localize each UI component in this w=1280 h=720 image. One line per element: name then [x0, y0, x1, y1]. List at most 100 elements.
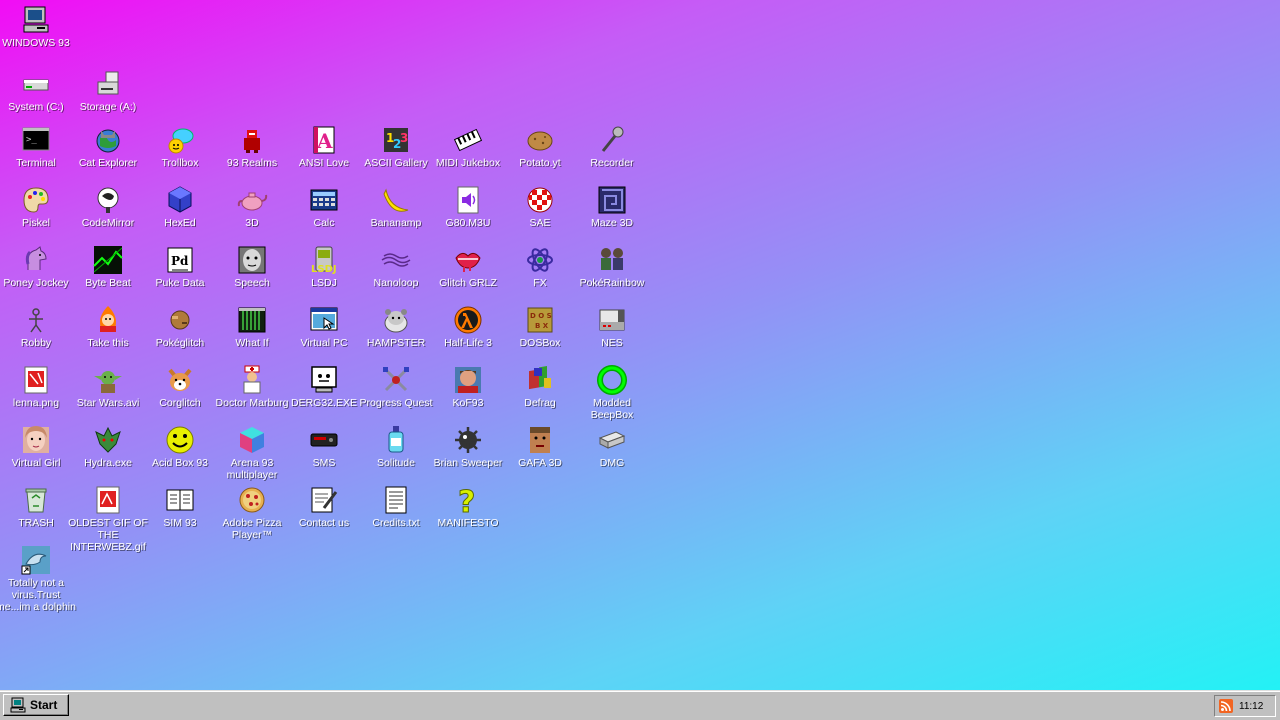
desktop-icon-nanoloop[interactable]: Nanoloop: [360, 244, 432, 304]
desktop-icon-storage-a[interactable]: Storage (A:): [72, 68, 144, 128]
desktop-icon-ansi-love[interactable]: A ANSI Love: [288, 124, 360, 184]
desktop-icon-label: DMG: [599, 457, 625, 469]
desktop-icon-virtual-girl[interactable]: Virtual Girl: [0, 424, 72, 484]
desktop-icon-kof93[interactable]: KoF93: [432, 364, 504, 424]
yoda-icon: [92, 364, 124, 396]
rss-feed-icon[interactable]: [1219, 699, 1233, 713]
desktop-icon-sms[interactable]: SMS: [288, 424, 360, 484]
speaker-icon: [452, 184, 484, 216]
desktop-icon-label: Doctor Marburg: [215, 397, 289, 409]
desktop-icon-3d[interactable]: 3D: [216, 184, 288, 244]
bottle-icon: [380, 424, 412, 456]
start-button[interactable]: Start: [3, 694, 69, 716]
desktop-icon-maze-3d[interactable]: Maze 3D: [576, 184, 648, 244]
desktop-icon-piskel[interactable]: Piskel: [0, 184, 72, 244]
desktop-icon-potato-yt[interactable]: Potato.yt: [504, 124, 576, 184]
desktop-icon-gafa-3d[interactable]: GAFA 3D: [504, 424, 576, 484]
desktop-icon-dolphin[interactable]: Totally not a virus.Trust me...im a dolp…: [0, 544, 76, 613]
desktop-icon-lsdj[interactable]: LSDJ LSDJ: [288, 244, 360, 304]
desktop-icon-virtual-pc[interactable]: Virtual PC: [288, 304, 360, 364]
desktop-icon-hampster[interactable]: HAMPSTER: [360, 304, 432, 364]
desktop-icon-windows-93[interactable]: WINDOWS 93: [0, 4, 72, 64]
desktop-icon-lenna-png[interactable]: lenna.png: [0, 364, 72, 424]
desktop-icon-label: SAE: [529, 217, 551, 229]
desktop-icon-dmg[interactable]: DMG: [576, 424, 648, 484]
desktop-icon-sae[interactable]: SAE: [504, 184, 576, 244]
desktop-icon-recorder[interactable]: Recorder: [576, 124, 648, 184]
desktop-icon-doctor-marburg[interactable]: Doctor Marburg: [216, 364, 288, 424]
desktop-icon-label: Modded BeepBox: [590, 397, 634, 421]
desktop-icon-modded-beepbox[interactable]: Modded BeepBox: [576, 364, 648, 424]
window-cursor-icon: [308, 304, 340, 336]
desktop-icon-trash[interactable]: TRASH: [0, 484, 72, 544]
desktop-icon-dosbox[interactable]: D O S B X DOSBox: [504, 304, 576, 364]
desktop-icon-contact-us[interactable]: Contact us: [288, 484, 360, 544]
desktop-icon-label: Speech: [234, 277, 270, 289]
desktop-icon-adobe-pizza[interactable]: Adobe Pizza Player™: [216, 484, 288, 544]
desktop-icon-93-realms[interactable]: 93 Realms: [216, 124, 288, 184]
desktop-icon-puke-data[interactable]: Pd Puke Data: [144, 244, 216, 304]
desktop-icon-label: Defrag: [524, 397, 556, 409]
desktop-icon-system-c[interactable]: System (C:): [0, 68, 72, 128]
desktop-icon-terminal[interactable]: >_ Terminal: [0, 124, 72, 184]
desktop-icon-label: HexEd: [164, 217, 196, 229]
book-icon: [164, 484, 196, 516]
desktop-icon-acid-box-93[interactable]: Acid Box 93: [144, 424, 216, 484]
teapot-icon: [236, 184, 268, 216]
gameboy-icon: LSDJ: [308, 244, 340, 276]
desktop-icon-hydra-exe[interactable]: Hydra.exe: [72, 424, 144, 484]
desktop-icon-byte-beat[interactable]: Byte Beat: [72, 244, 144, 304]
girl-face-icon: [20, 424, 52, 456]
desktop-icon-glitch-grlz[interactable]: Glitch GRLZ: [432, 244, 504, 304]
question-mark-icon: ?: [452, 484, 484, 517]
desktop-icon-midi-jukebox[interactable]: MIDI Jukebox: [432, 124, 504, 184]
desktop-icon-label: G80.M3U: [445, 217, 491, 229]
globe-cat-icon: [92, 124, 124, 156]
desktop-icon-solitude[interactable]: Solitude: [360, 424, 432, 484]
desktop-icon-label: Take this: [87, 337, 129, 349]
desktop-icon-nes[interactable]: NES: [576, 304, 648, 364]
desktop-icon-brian-sweeper[interactable]: Brian Sweeper: [432, 424, 504, 484]
desktop-icon-label: What If: [235, 337, 269, 349]
desktop-icon-label: Trollbox: [161, 157, 199, 169]
desktop-icon-label: Potato.yt: [519, 157, 561, 169]
desktop-icon-arena-93[interactable]: Arena 93 multiplayer: [216, 424, 288, 484]
chat-bubble-icon: [164, 124, 196, 156]
desktop-icon-codemirror[interactable]: CodeMirror: [72, 184, 144, 244]
desktop-icon-label: Half-Life 3: [444, 337, 492, 349]
desktop-icon-poney-jockey[interactable]: Poney Jockey: [0, 244, 72, 304]
desktop-icon-calc[interactable]: Calc: [288, 184, 360, 244]
desktop-icon-bananamp[interactable]: Bananamp: [360, 184, 432, 244]
desktop-icon-speech[interactable]: Speech: [216, 244, 288, 304]
desktop-icon-derg32-exe[interactable]: DERG32.EXE: [288, 364, 360, 424]
desktop-icon-ascii-gallery[interactable]: 1 2 3 ASCII Gallery: [360, 124, 432, 184]
desktop-icon-oldest-gif[interactable]: OLDEST GIF OF THE INTERWEBZ.gif: [68, 484, 148, 553]
matrix-screen-icon: [236, 304, 268, 336]
desktop-icon-what-if[interactable]: What If: [216, 304, 288, 364]
desktop-icon-take-this[interactable]: Take this: [72, 304, 144, 364]
desktop-icon-pokeglitch[interactable]: Pokéglitch: [144, 304, 216, 364]
desktop-icon-label: Corglitch: [159, 397, 201, 409]
svg-text:>_: >_: [26, 135, 37, 145]
desktop-icon-sim-93[interactable]: SIM 93: [144, 484, 216, 544]
desktop-icon-credits-txt[interactable]: Credits.txt: [360, 484, 432, 544]
desktop-icon-fx[interactable]: FX: [504, 244, 576, 304]
desktop-icon-label: Calc: [313, 217, 335, 229]
desktop-icon-hexed[interactable]: HexEd: [144, 184, 216, 244]
desktop-icon-cat-explorer[interactable]: Cat Explorer: [72, 124, 144, 184]
desktop-icon-label: PokéRainbow: [579, 277, 645, 289]
desktop-icon-label: Pokéglitch: [155, 337, 205, 349]
desktop-icon-corglitch[interactable]: Corglitch: [144, 364, 216, 424]
letter-a-icon: A: [308, 124, 340, 156]
desktop-icon-manifesto[interactable]: ? MANIFESTO: [432, 484, 504, 544]
desktop-icon-progress-quest[interactable]: Progress Quest: [360, 364, 432, 424]
desktop-icon-robby[interactable]: Robby: [0, 304, 72, 364]
desktop-icon-pokerainbow[interactable]: PokéRainbow: [576, 244, 648, 304]
desktop-icon-trollbox[interactable]: Trollbox: [144, 124, 216, 184]
svg-text:?: ?: [458, 485, 475, 516]
desktop-icon-label: Recorder: [590, 157, 634, 169]
desktop-icon-defrag[interactable]: Defrag: [504, 364, 576, 424]
desktop-icon-star-wars-avi[interactable]: Star Wars.avi: [72, 364, 144, 424]
desktop-icon-g80m3u[interactable]: G80.M3U: [432, 184, 504, 244]
desktop-icon-half-life-3[interactable]: Half-Life 3: [432, 304, 504, 364]
